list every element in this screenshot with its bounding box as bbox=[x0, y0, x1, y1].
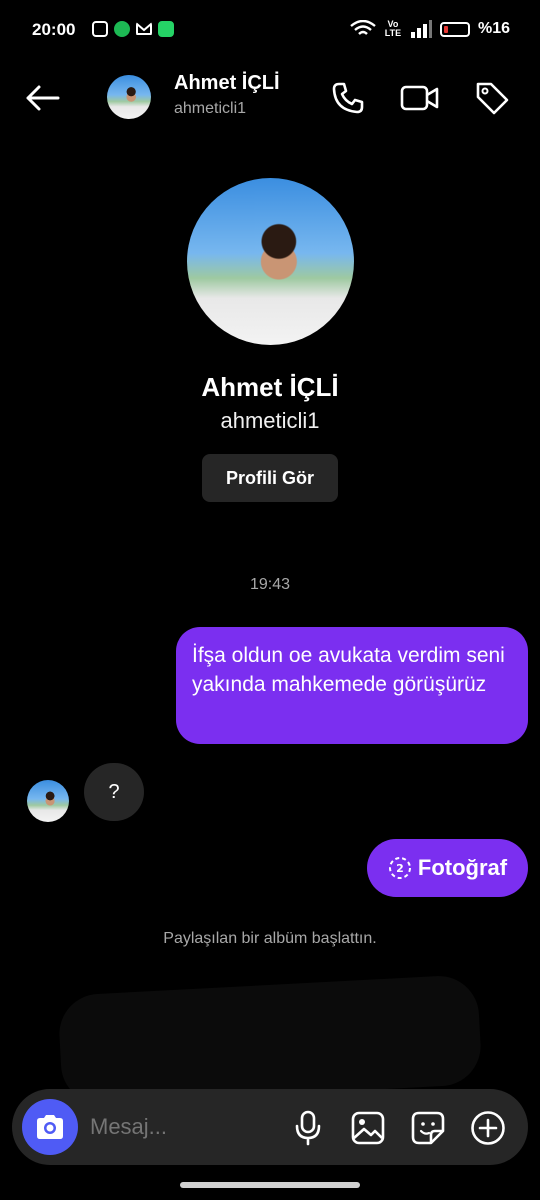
sticker-icon bbox=[411, 1111, 445, 1145]
sticker-button[interactable] bbox=[406, 1106, 450, 1150]
tag-icon bbox=[476, 82, 509, 115]
battery-level: %16 bbox=[477, 20, 510, 37]
profile-name: Ahmet İÇLİ bbox=[201, 372, 339, 402]
view-profile-button[interactable]: Profili Gör bbox=[202, 454, 338, 502]
battery-icon bbox=[439, 21, 470, 37]
header-avatar[interactable] bbox=[107, 75, 151, 119]
photo-message[interactable]: 2 Fotoğraf bbox=[367, 839, 528, 897]
blurred-background bbox=[57, 974, 483, 1106]
outgoing-message[interactable]: İfşa oldun oe avukata verdim seni yakınd… bbox=[176, 627, 528, 744]
camera-icon bbox=[37, 1115, 63, 1139]
message-timestamp: 19:43 bbox=[249, 576, 291, 593]
view-once-icon: 2 bbox=[388, 857, 411, 879]
profile-avatar[interactable] bbox=[187, 178, 354, 345]
status-time: 20:00 bbox=[32, 20, 76, 39]
gmail-icon bbox=[136, 21, 152, 35]
call-button[interactable] bbox=[326, 76, 370, 120]
microphone-icon bbox=[295, 1110, 321, 1146]
camera-button[interactable] bbox=[22, 1099, 78, 1155]
system-message: Paylaşılan bir albüm başlattın. bbox=[163, 930, 377, 947]
signal-icon bbox=[410, 20, 432, 38]
svg-text:2: 2 bbox=[396, 862, 404, 875]
volte-label: Vo LTE bbox=[384, 19, 402, 38]
back-arrow-icon bbox=[26, 85, 60, 111]
incoming-message[interactable]: ? bbox=[84, 763, 144, 821]
incoming-message-text: ? bbox=[108, 780, 120, 803]
whatsapp-icon bbox=[158, 21, 174, 37]
back-button[interactable] bbox=[20, 78, 64, 118]
video-camera-icon bbox=[400, 85, 439, 111]
video-call-button[interactable] bbox=[398, 76, 442, 120]
home-indicator[interactable] bbox=[180, 1182, 360, 1188]
instagram-icon bbox=[92, 21, 108, 37]
tag-button[interactable] bbox=[470, 76, 514, 120]
profile-username: ahmeticli1 bbox=[220, 408, 320, 433]
message-input[interactable] bbox=[90, 1112, 280, 1142]
image-icon bbox=[351, 1111, 385, 1145]
phone-icon bbox=[332, 82, 364, 114]
gallery-button[interactable] bbox=[346, 1106, 390, 1150]
notification-icons bbox=[92, 21, 174, 37]
spotify-icon bbox=[114, 21, 130, 37]
wifi-icon bbox=[350, 20, 376, 35]
sender-avatar[interactable] bbox=[27, 780, 69, 822]
status-right-group: Vo LTE %16 bbox=[350, 20, 510, 38]
photo-message-label: Fotoğraf bbox=[417, 855, 508, 880]
plus-circle-icon bbox=[471, 1111, 505, 1145]
more-button[interactable] bbox=[466, 1106, 510, 1150]
voice-button[interactable] bbox=[288, 1106, 328, 1150]
header-username[interactable]: ahmeticli1 bbox=[174, 100, 246, 118]
header-name[interactable]: Ahmet İÇLİ bbox=[174, 72, 280, 95]
